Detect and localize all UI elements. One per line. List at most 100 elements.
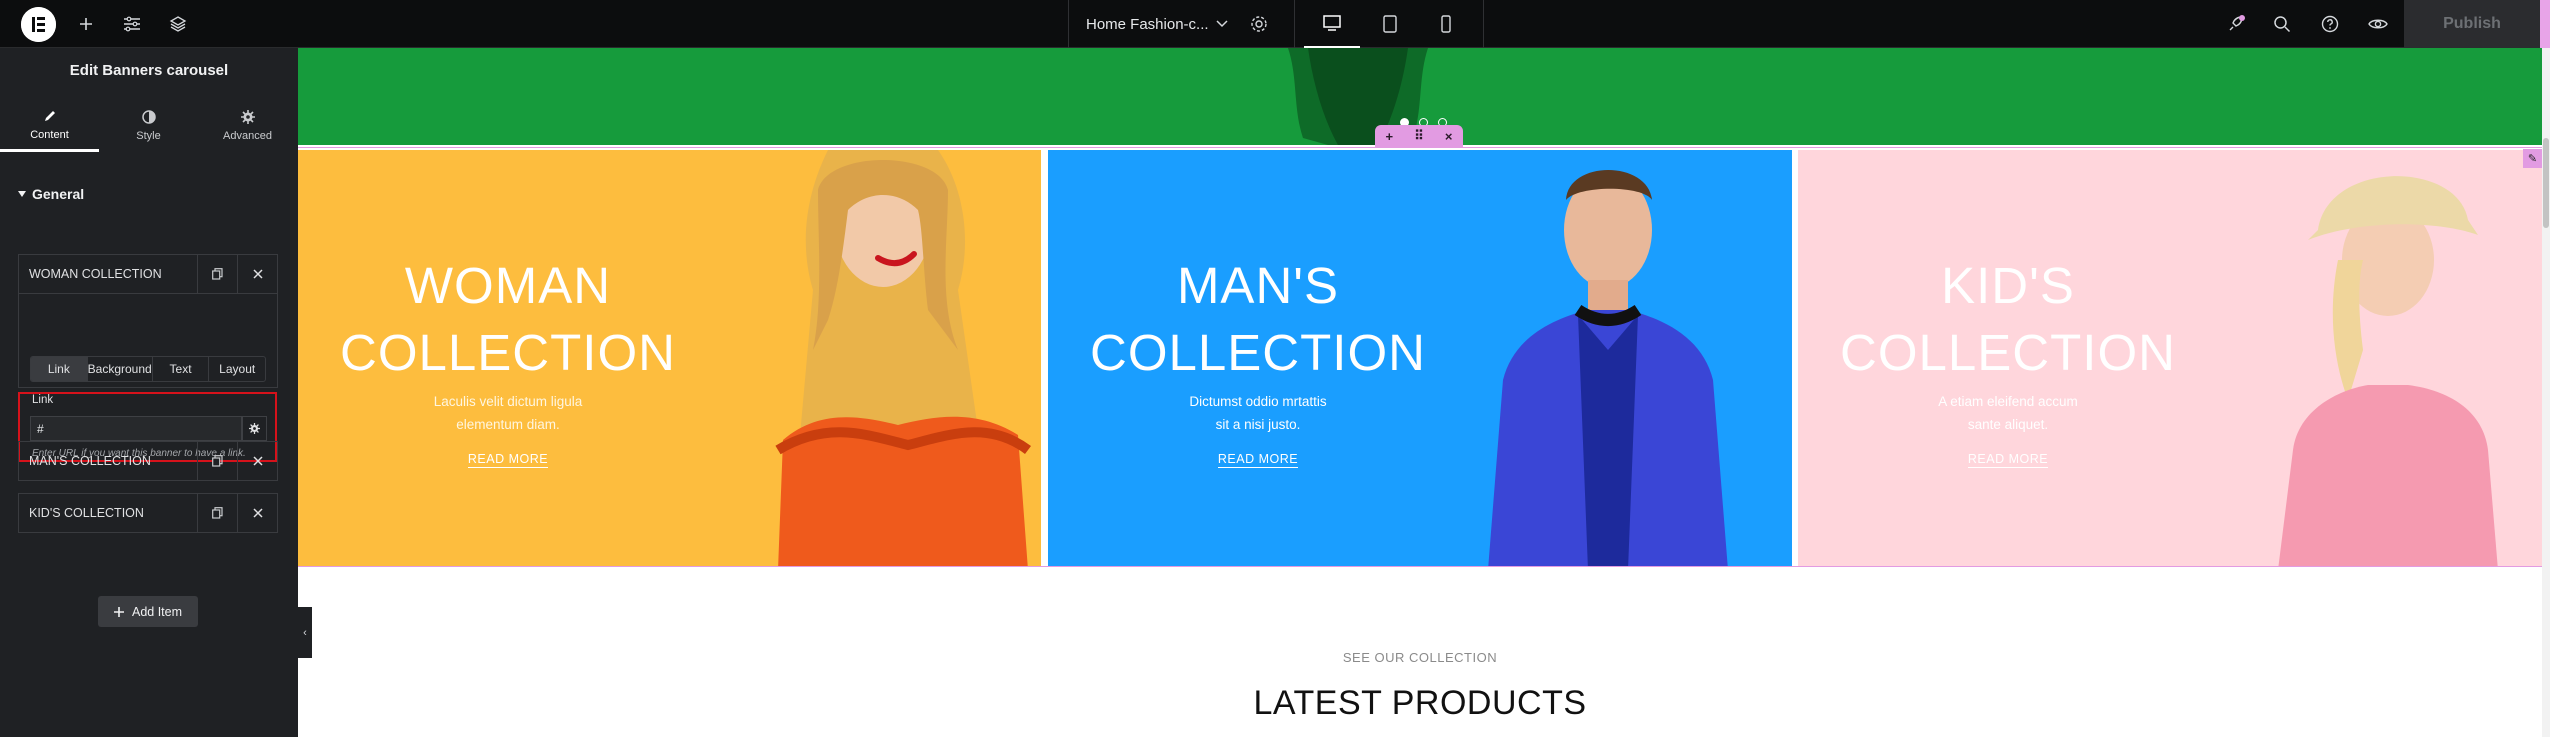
remove-close-icon[interactable] [237,255,277,293]
link-url-input[interactable]: # [30,416,242,441]
banner-content: WOMAN COLLECTION Laculis velit dictum li… [298,150,718,566]
kid-model-image [2278,176,2498,566]
repeater-item-woman-collection[interactable]: WOMAN COLLECTION [18,254,278,294]
duplicate-icon[interactable] [197,494,237,532]
add-widget-icon[interactable]: + [1386,129,1394,144]
banner-man[interactable]: MAN'S COLLECTION Dictumst oddio mrtattis… [1048,150,1792,566]
item-subtabs: Link Background Text Layout [30,356,266,382]
publish-button[interactable]: Publish [2404,0,2540,48]
subtab-background[interactable]: Background [88,357,153,381]
banner-kids[interactable]: KID'S COLLECTION A etiam eleifend accum … [1798,150,2542,566]
section-title: General [32,186,85,202]
repeater-item-kids-collection[interactable]: KID'S COLLECTION [18,493,278,533]
page-canvas: + ⠿ × WOMAN COLLECTION Laculis velit dic… [298,48,2542,737]
repeater-item-mans-collection[interactable]: MAN'S COLLECTION [18,441,278,481]
tab-content[interactable]: Content [0,100,99,152]
publish-options-chevron-icon[interactable] [2540,0,2550,48]
remove-close-icon[interactable] [237,442,277,480]
page-name: Home Fashion-c... [1086,15,1209,33]
preview-eye-icon[interactable] [2366,0,2390,48]
duplicate-icon[interactable] [197,255,237,293]
banner-title: MAN'S COLLECTION [1048,252,1468,386]
banner-desc-line2: sit a nisi justo. [1215,417,1301,432]
read-more-label: READ MORE [467,452,549,468]
add-element-icon[interactable] [74,0,98,48]
banner-title-line1: MAN'S [1176,257,1340,314]
caret-down-icon [18,191,26,197]
add-item-label: Add Item [131,604,183,619]
banner-description: A etiam eleifend accum sante aliquet. [1908,390,2108,436]
banner-desc-line1: Dictumst oddio mrtattis [1189,394,1327,409]
banner-content: KID'S COLLECTION A etiam eleifend accum … [1798,150,2218,566]
banner-description: Dictumst oddio mrtattis sit a nisi justo… [1158,390,1358,436]
banner-title-line1: KID'S [1941,257,2075,314]
half-circle-icon [141,110,156,124]
tab-advanced-label: Advanced [223,130,272,142]
divider [1483,0,1484,48]
collapse-panel-chevron-icon[interactable]: ‹ [298,607,312,658]
gear-icon [240,110,255,124]
elementor-logo-icon[interactable] [21,7,56,42]
delete-widget-icon[interactable]: × [1445,129,1453,144]
notifications-rocket-icon[interactable] [2224,0,2248,48]
mobile-view-icon[interactable] [1418,0,1474,48]
link-options-gear-icon[interactable] [242,416,267,441]
divider [1294,0,1295,48]
widget-edit-panel: Edit Banners carousel Content Style Adva… [0,48,298,737]
man-model-image [1488,170,1728,566]
banner-woman[interactable]: WOMAN COLLECTION Laculis velit dictum li… [298,150,1041,566]
site-settings-icon[interactable] [120,0,144,48]
banners-carousel[interactable]: WOMAN COLLECTION Laculis velit dictum li… [298,147,2542,567]
subtab-link[interactable]: Link [31,357,88,381]
remove-close-icon[interactable] [237,494,277,532]
banner-title-line2: COLLECTION [340,324,676,381]
section-heading: LATEST PRODUCTS [1253,684,1587,722]
drag-handle-icon[interactable]: ⠿ [1414,128,1424,144]
tab-style[interactable]: Style [99,100,198,152]
widget-handle[interactable]: + ⠿ × [1375,125,1463,147]
banner-desc-line1: Laculis velit dictum ligula [433,394,583,409]
tablet-view-icon[interactable] [1362,0,1418,48]
panel-title: Edit Banners carousel [69,61,229,79]
read-more-link[interactable]: READ MORE [1798,452,2218,468]
desktop-view-icon[interactable] [1304,0,1360,48]
banner-description: Laculis velit dictum ligula elementum di… [408,390,608,436]
tab-style-label: Style [136,130,161,142]
banner-desc-line1: A etiam eleifend accum [1938,394,2078,409]
section-subheading: SEE OUR COLLECTION [1342,650,1498,665]
link-label: Link [32,394,54,406]
canvas-scrollbar[interactable] [2542,48,2550,737]
search-icon[interactable] [2270,0,2294,48]
help-icon[interactable] [2318,0,2342,48]
repeater-item-title: MAN'S COLLECTION [29,454,151,468]
page-settings-gear-icon[interactable] [1247,0,1271,48]
banner-content: MAN'S COLLECTION Dictumst oddio mrtattis… [1048,150,1468,566]
subtab-text[interactable]: Text [153,357,210,381]
read-more-label: READ MORE [1967,452,2049,468]
read-more-link[interactable]: READ MORE [298,452,718,468]
banner-title-line2: COLLECTION [1840,324,2176,381]
add-item-button[interactable]: Add Item [98,596,198,627]
banner-desc-line2: sante aliquet. [1967,417,2049,432]
repeater-item-title: WOMAN COLLECTION [29,267,162,281]
subtab-layout[interactable]: Layout [209,357,265,381]
tab-content-label: Content [30,128,69,141]
banner-title-line1: WOMAN [404,257,612,314]
banner-title-line2: COLLECTION [1090,324,1426,381]
scrollbar-thumb[interactable] [2543,138,2549,228]
structure-layers-icon[interactable] [166,0,190,48]
read-more-label: READ MORE [1217,452,1299,468]
banner-title: WOMAN COLLECTION [298,252,718,386]
divider [1068,0,1069,48]
page-selector[interactable]: Home Fashion-c... [1086,0,1209,48]
duplicate-icon[interactable] [197,442,237,480]
edit-widget-pencil-icon[interactable]: ✎ [2523,149,2542,168]
section-general-toggle[interactable]: General [18,186,84,202]
tab-advanced[interactable]: Advanced [198,100,297,152]
chevron-down-icon[interactable] [1212,0,1232,48]
editor-top-bar: Home Fashion-c... Publish [0,0,2550,48]
pencil-icon [44,110,55,121]
banner-title: KID'S COLLECTION [1798,252,2218,386]
repeater-item-title: KID'S COLLECTION [29,506,144,520]
read-more-link[interactable]: READ MORE [1048,452,1468,468]
